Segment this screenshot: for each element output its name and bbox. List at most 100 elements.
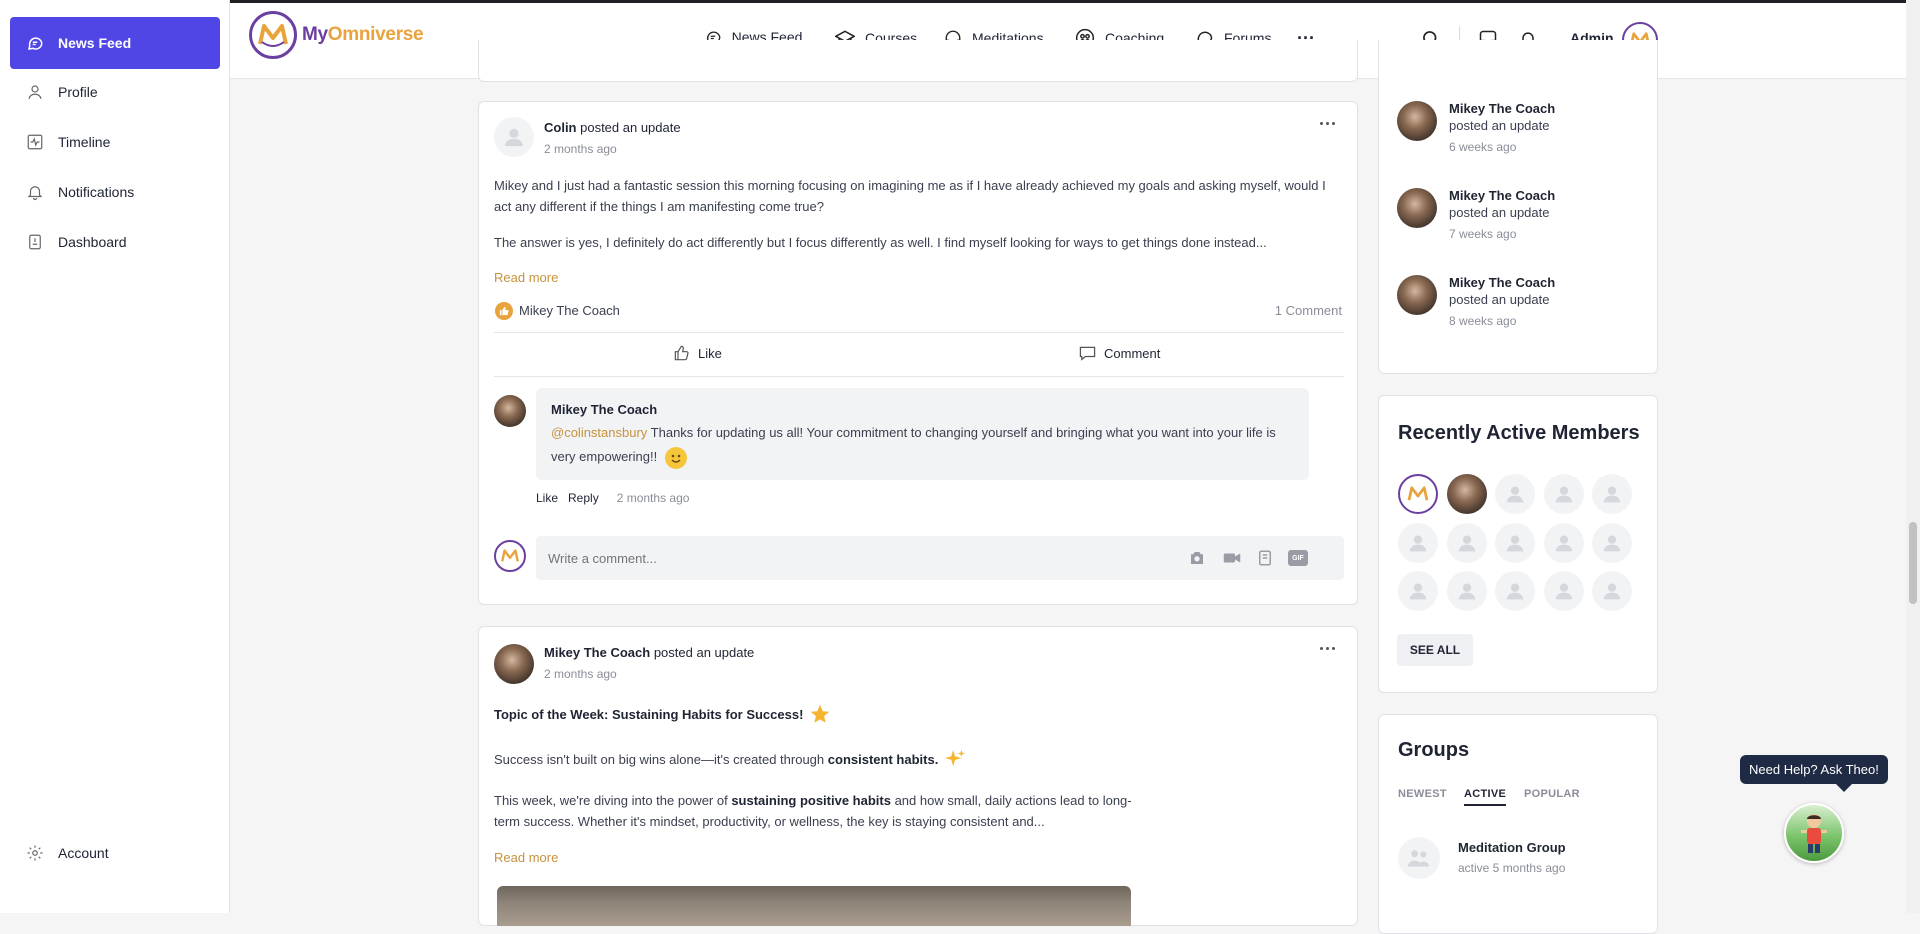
like-button[interactable]: Like bbox=[674, 345, 722, 361]
chat-bubble-icon bbox=[25, 33, 45, 53]
reaction-by[interactable]: Mikey The Coach bbox=[519, 303, 620, 318]
avatar[interactable] bbox=[1397, 275, 1437, 315]
see-all-button[interactable]: SEE ALL bbox=[1397, 634, 1473, 666]
post-heading: Topic of the Week: Sustaining Habits for… bbox=[494, 706, 804, 722]
comment-input-wrapper: GIF bbox=[536, 536, 1344, 580]
post-text-paragraph: This week, we're diving into the power o… bbox=[494, 790, 1134, 832]
member-avatar[interactable] bbox=[1495, 474, 1535, 514]
post-author-line: Colin posted an update bbox=[544, 120, 681, 135]
brand-name: MyOmniverse bbox=[302, 24, 424, 45]
sidebar-item-timeline[interactable]: Timeline bbox=[10, 117, 220, 167]
member-avatar[interactable] bbox=[1446, 474, 1487, 514]
member-avatar[interactable] bbox=[1592, 571, 1632, 611]
group-avatar[interactable] bbox=[1398, 837, 1440, 879]
sparkles-emoji-icon bbox=[944, 748, 966, 770]
member-avatar[interactable] bbox=[1398, 522, 1438, 563]
member-avatar[interactable] bbox=[1446, 522, 1487, 563]
comment-bubble: Mikey The Coach @colinstansbury Thanks f… bbox=[536, 388, 1309, 480]
thumbs-up-reaction-icon bbox=[495, 302, 513, 320]
page-scrollbar[interactable] bbox=[1906, 0, 1920, 913]
activity-icon bbox=[25, 132, 45, 152]
member-avatar[interactable] bbox=[1446, 571, 1487, 611]
post-options-button[interactable] bbox=[1317, 641, 1337, 655]
comment-like-link[interactable]: Like bbox=[536, 491, 558, 505]
post-author[interactable]: Mikey The Coach bbox=[544, 645, 650, 660]
star-emoji-icon bbox=[809, 703, 831, 725]
help-tooltip[interactable]: Need Help? Ask Theo! bbox=[1740, 755, 1888, 784]
camera-icon[interactable] bbox=[1188, 549, 1206, 567]
member-avatar[interactable] bbox=[1543, 522, 1584, 563]
divider bbox=[494, 376, 1344, 377]
sidebar-item-profile[interactable]: Profile bbox=[10, 67, 220, 117]
activity-time[interactable]: 6 weeks ago bbox=[1449, 140, 1555, 154]
activity-item: Mikey The Coach posted an update 6 weeks… bbox=[1397, 101, 1555, 154]
groups-widget: Groups NEWEST ACTIVE POPULAR Meditation … bbox=[1378, 714, 1658, 934]
help-assistant-avatar[interactable] bbox=[1784, 803, 1844, 863]
comment-timestamp[interactable]: 2 months ago bbox=[617, 491, 690, 505]
sidebar-item-news-feed[interactable]: News Feed bbox=[10, 17, 220, 69]
comment-author[interactable]: Mikey The Coach bbox=[551, 402, 657, 417]
member-avatar[interactable] bbox=[1592, 522, 1632, 563]
comment-count[interactable]: 1 Comment bbox=[1275, 303, 1342, 318]
commenter-avatar[interactable] bbox=[494, 395, 526, 427]
comment-button[interactable]: Comment bbox=[1079, 345, 1160, 361]
text-segment: Success isn't built on big wins alone—it… bbox=[494, 751, 825, 767]
activity-action: posted an update bbox=[1449, 205, 1550, 220]
avatar[interactable] bbox=[494, 117, 534, 157]
activity-author[interactable]: Mikey The Coach bbox=[1449, 275, 1555, 290]
gif-icon[interactable]: GIF bbox=[1288, 550, 1308, 566]
member-avatar[interactable] bbox=[1398, 474, 1438, 514]
activity-author[interactable]: Mikey The Coach bbox=[1449, 101, 1555, 116]
dashboard-icon bbox=[25, 232, 45, 252]
widget-title: Recently Active Members bbox=[1398, 422, 1640, 444]
post-options-button[interactable] bbox=[1317, 116, 1337, 130]
sidebar-item-dashboard[interactable]: Dashboard bbox=[10, 217, 220, 267]
logo-mark-icon bbox=[249, 11, 297, 59]
scrollbar-thumb[interactable] bbox=[1909, 522, 1917, 604]
member-avatar[interactable] bbox=[1592, 474, 1632, 514]
current-user-avatar bbox=[494, 540, 526, 572]
tab-active[interactable]: ACTIVE bbox=[1464, 788, 1507, 806]
comment-input[interactable] bbox=[536, 536, 1176, 580]
activity-time[interactable]: 8 weeks ago bbox=[1449, 314, 1555, 328]
activity-post-card: Colin posted an update 2 months ago Mike… bbox=[478, 101, 1358, 605]
tab-popular[interactable]: POPULAR bbox=[1524, 788, 1580, 800]
member-avatar[interactable] bbox=[1543, 474, 1584, 514]
document-icon[interactable] bbox=[1256, 549, 1274, 567]
comment-body: Thanks for updating us all! Your commitm… bbox=[551, 425, 1276, 464]
text-segment: This week, we're diving into the power o… bbox=[494, 793, 732, 808]
comment-actions: Like Reply 2 months ago bbox=[536, 491, 689, 505]
sidebar-item-notifications[interactable]: Notifications bbox=[10, 167, 220, 217]
video-icon[interactable] bbox=[1222, 549, 1242, 567]
comment-label: Comment bbox=[1104, 345, 1161, 361]
avatar[interactable] bbox=[1397, 101, 1437, 141]
avatar[interactable] bbox=[494, 644, 534, 684]
member-avatar[interactable] bbox=[1495, 522, 1535, 563]
widget-title: Groups bbox=[1398, 739, 1470, 761]
sidebar-item-label: Notifications bbox=[58, 184, 135, 200]
tab-newest[interactable]: NEWEST bbox=[1398, 788, 1447, 800]
sidebar-item-account[interactable]: Account bbox=[10, 828, 220, 878]
read-more-link[interactable]: Read more bbox=[494, 270, 558, 285]
member-avatar[interactable] bbox=[1495, 571, 1535, 611]
group-name[interactable]: Meditation Group bbox=[1458, 840, 1566, 855]
comment-icon bbox=[1079, 345, 1096, 361]
member-avatar[interactable] bbox=[1543, 571, 1584, 611]
post-action: posted an update bbox=[576, 120, 681, 135]
post-timestamp[interactable]: 2 months ago bbox=[544, 142, 617, 156]
bell-icon bbox=[25, 182, 45, 202]
post-author[interactable]: Colin bbox=[544, 120, 577, 135]
activity-time[interactable]: 7 weeks ago bbox=[1449, 227, 1555, 241]
brand-logo[interactable]: MyOmniverse bbox=[249, 11, 424, 59]
post-image[interactable] bbox=[497, 886, 1131, 926]
mention-link[interactable]: @colinstansbury bbox=[551, 425, 647, 440]
post-text-paragraph: Success isn't built on big wins alone—it… bbox=[494, 748, 966, 770]
post-text-paragraph: The answer is yes, I definitely do act d… bbox=[494, 235, 1267, 250]
member-avatar[interactable] bbox=[1398, 571, 1438, 611]
read-more-link[interactable]: Read more bbox=[494, 850, 558, 865]
avatar[interactable] bbox=[1397, 188, 1437, 228]
sidebar-item-label: Account bbox=[58, 845, 109, 861]
comment-reply-link[interactable]: Reply bbox=[568, 491, 599, 505]
post-timestamp[interactable]: 2 months ago bbox=[544, 667, 617, 681]
activity-author[interactable]: Mikey The Coach bbox=[1449, 188, 1555, 203]
